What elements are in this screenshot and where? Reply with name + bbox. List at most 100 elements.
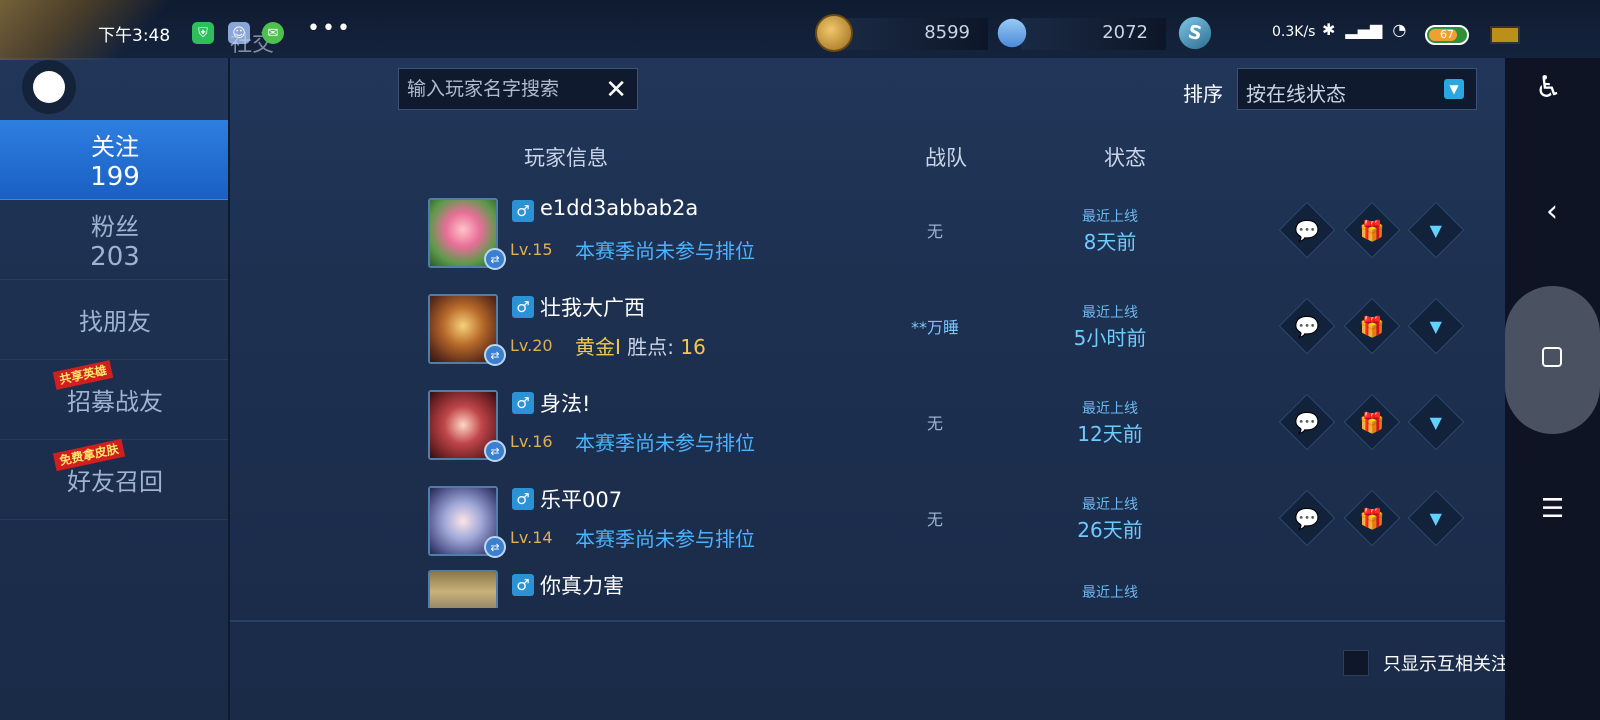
player-name: 壮我大广西 (540, 296, 645, 320)
mutual-follow-toggle[interactable]: 只显示互相关注 (1343, 650, 1509, 676)
sidebar-item-label: 招募战友 (67, 388, 163, 416)
more-button[interactable]: ▼ (1407, 297, 1465, 355)
gift-button[interactable]: 🎁 (1343, 201, 1401, 259)
sidebar-item-recall[interactable]: 免费拿皮肤 好友召回 (0, 438, 230, 520)
player-list[interactable]: ⇄ ♂ e1dd3abbab2a Lv.15 本赛季尚未参与排位 无 最近上线 … (230, 186, 1505, 608)
back-icon[interactable]: ‹ (1546, 194, 1558, 229)
checkbox[interactable] (1343, 650, 1369, 676)
shield-app-icon: ⛨ (192, 22, 214, 44)
chat-button[interactable]: 💬 (1278, 297, 1336, 355)
player-level: Lv.15 (510, 240, 553, 259)
menu-icon[interactable]: ☰ (1541, 494, 1564, 524)
status-time: 下午3:48 (98, 26, 171, 46)
accessibility-icon[interactable]: ♿ (1535, 70, 1562, 105)
token-icon: S (1175, 13, 1215, 53)
gift-icon: 🎁 (1359, 218, 1385, 242)
rank-points: 16 (680, 335, 706, 359)
player-status: 最近上线 8天前 (1050, 206, 1170, 255)
avatar[interactable] (428, 570, 498, 608)
signal-icon: ▂▄▆ (1345, 20, 1383, 39)
following-count: 199 (90, 162, 140, 192)
status-label: 最近上线 (1082, 305, 1138, 321)
sidebar-item-label: 粉丝 (91, 213, 139, 241)
table-row[interactable]: ⇄ ♂ 身法! Lv.16 本赛季尚未参与排位 无 最近上线 12天前 💬 🎁 … (230, 378, 1505, 474)
player-rank: 本赛季尚未参与排位 (575, 431, 755, 455)
gold-amount: 8599 (924, 22, 970, 43)
gift-button[interactable]: 🎁 (1343, 489, 1401, 547)
player-status: 最近上线 5小时前 (1050, 302, 1170, 351)
gift-button[interactable]: 🎁 (1343, 297, 1401, 355)
chevron-down-icon: ▼ (1444, 79, 1464, 99)
sidebar-item-fans[interactable]: 粉丝 203 (0, 200, 230, 280)
sort-label: 排序 (1183, 82, 1223, 106)
status-bar: 下午3:48 ⛨ ☺ 社交 ✉ ••• 8599 2072 S 0.3K/s ✱… (0, 0, 1600, 60)
chat-icon: 💬 (1294, 410, 1320, 434)
chat-app-icon: ✉ (262, 22, 284, 44)
table-row[interactable]: ⇄ ♂ 乐平007 Lv.14 本赛季尚未参与排位 无 最近上线 26天前 💬 … (230, 474, 1505, 570)
gift-button[interactable]: 🎁 (1343, 393, 1401, 451)
sidebar-item-find-friends[interactable]: 找朋友 (0, 280, 230, 360)
sort-value: 按在线状态 (1246, 82, 1346, 106)
chat-icon: 💬 (1294, 218, 1320, 242)
sidebar-item-recruit[interactable]: 共享英雄 招募战友 (0, 360, 230, 440)
status-label: 最近上线 (1082, 585, 1138, 601)
close-icon[interactable]: ✕ (605, 75, 627, 105)
player-rank: 本赛季尚未参与排位 (575, 239, 755, 263)
chat-button[interactable]: 💬 (1278, 393, 1336, 451)
status-time: 26天前 (1077, 518, 1143, 542)
bluetooth-icon: ✱ (1322, 20, 1336, 39)
player-name: 你真力害 (540, 574, 624, 598)
chat-button[interactable]: 💬 (1278, 201, 1336, 259)
player-team: 无 (926, 414, 943, 433)
male-icon: ♂ (512, 392, 534, 414)
column-player: 玩家信息 (524, 146, 608, 170)
floating-assistant-button[interactable] (22, 60, 76, 114)
table-row[interactable]: ⇄ ♂ 壮我大广西 Lv.20 黄金I 胜点: 16 **万睡 最近上线 5小时… (230, 282, 1505, 378)
swap-icon: ⇄ (484, 440, 506, 462)
sidebar-item-label: 好友召回 (67, 468, 163, 496)
male-icon: ♂ (512, 200, 534, 222)
player-team: **万睡 (910, 318, 959, 337)
player-status: 最近上线 (1050, 582, 1170, 602)
sidebar-item-following[interactable]: 关注 199 (0, 120, 230, 200)
chat-icon: 💬 (1294, 506, 1320, 530)
player-level: Lv.16 (510, 432, 553, 451)
network-speed: 0.3K/s (1272, 24, 1316, 40)
sort-dropdown[interactable]: 按在线状态 ▼ (1237, 68, 1477, 110)
status-label: 最近上线 (1082, 401, 1138, 417)
more-button[interactable]: ▼ (1407, 393, 1465, 451)
battery-icon: 67 (1425, 25, 1469, 45)
table-header: 玩家信息 战队 状态 (230, 142, 1505, 182)
more-button[interactable]: ▼ (1407, 201, 1465, 259)
male-icon: ♂ (512, 296, 534, 318)
status-time: 12天前 (1077, 422, 1143, 446)
rank-tier: 黄金I (575, 335, 621, 359)
chat-button[interactable]: 💬 (1278, 489, 1336, 547)
sidebar-item-label: 找朋友 (79, 308, 151, 336)
home-icon[interactable] (1542, 347, 1562, 367)
gift-icon: 🎁 (1359, 506, 1385, 530)
status-time: 5小时前 (1073, 326, 1147, 350)
swap-icon: ⇄ (484, 344, 506, 366)
swap-icon: ⇄ (484, 248, 506, 270)
rank-points-label: 胜点: (627, 335, 675, 359)
table-row[interactable]: ⇄ ♂ e1dd3abbab2a Lv.15 本赛季尚未参与排位 无 最近上线 … (230, 186, 1505, 282)
column-team: 战队 (925, 146, 967, 170)
chevron-down-icon: ▼ (1429, 508, 1443, 528)
sidebar: 关注 199 粉丝 203 找朋友 共享英雄 招募战友 免费拿皮肤 好友召回 (0, 120, 230, 520)
player-status: 最近上线 12天前 (1050, 398, 1170, 447)
divider (230, 620, 1505, 622)
fans-count: 203 (90, 242, 140, 272)
column-status: 状态 (1104, 146, 1146, 170)
table-row[interactable]: ♂ 你真力害 最近上线 (230, 570, 1505, 608)
status-time: 8天前 (1083, 230, 1137, 254)
player-team: 无 (926, 222, 943, 241)
charging-icon (1490, 26, 1520, 44)
player-team: 无 (926, 510, 943, 529)
player-level: Lv.14 (510, 528, 553, 547)
sidebar-item-label: 关注 (91, 133, 139, 161)
search-input[interactable] (407, 78, 597, 100)
player-name: 乐平007 (540, 488, 623, 512)
swap-icon: ⇄ (484, 536, 506, 558)
more-button[interactable]: ▼ (1407, 489, 1465, 547)
